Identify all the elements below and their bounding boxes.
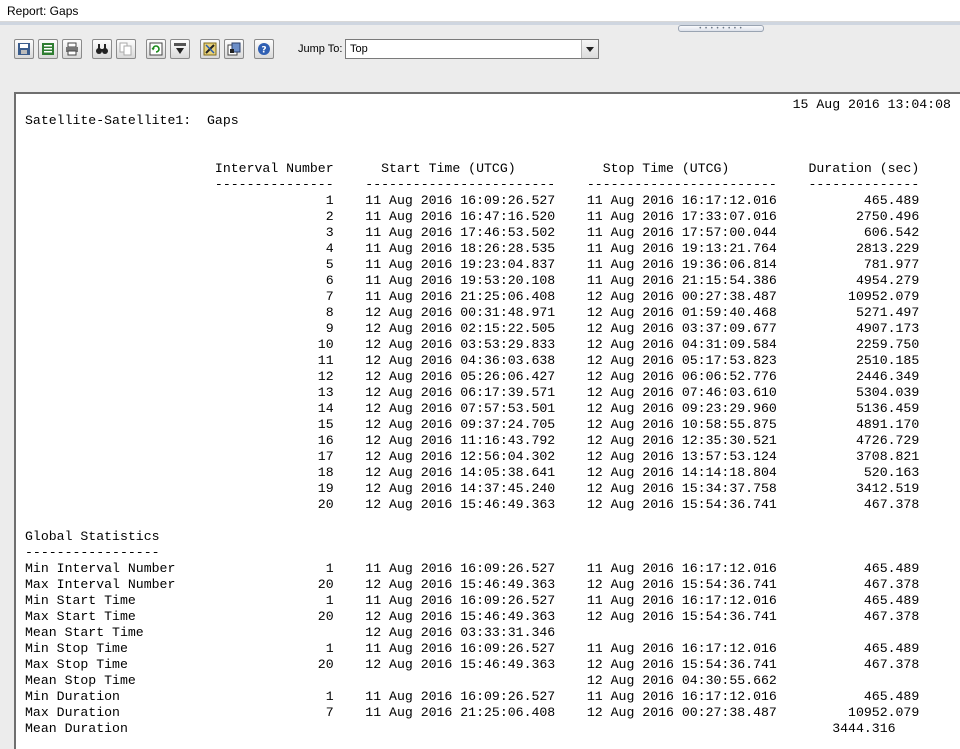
report-toolbar: ? (14, 38, 278, 60)
properties-button[interactable] (224, 39, 244, 59)
report-line: 12 12 Aug 2016 05:26:06.427 12 Aug 2016 … (25, 369, 920, 384)
report-line: 7 11 Aug 2016 21:25:06.408 12 Aug 2016 0… (25, 289, 920, 304)
report-line: Mean Stop Time 12 Aug 2016 04:30:55.662 (25, 673, 777, 688)
save-icon (18, 43, 30, 55)
report-line: 14 12 Aug 2016 07:57:53.501 12 Aug 2016 … (25, 401, 920, 416)
find-button[interactable] (92, 39, 112, 59)
report-line: Min Stop Time 1 11 Aug 2016 16:09:26.527… (25, 641, 920, 656)
help-button[interactable]: ? (254, 39, 274, 59)
report-line: 3 11 Aug 2016 17:46:53.502 11 Aug 2016 1… (25, 225, 920, 240)
export-button[interactable] (38, 39, 58, 59)
report-line: 1 11 Aug 2016 16:09:26.527 11 Aug 2016 1… (25, 193, 920, 208)
report-line: Max Stop Time 20 12 Aug 2016 15:46:49.36… (25, 657, 920, 672)
expand-icon (174, 43, 186, 54)
report-line: ----------------- (25, 545, 160, 560)
print-icon (66, 42, 78, 56)
report-line: Min Interval Number 1 11 Aug 2016 16:09:… (25, 561, 920, 576)
find-icon (96, 44, 108, 54)
edit-icon (203, 42, 217, 56)
resize-grip[interactable]: • • • • • • • • (678, 25, 764, 32)
report-line: 6 11 Aug 2016 19:53:20.108 11 Aug 2016 2… (25, 273, 920, 288)
refresh-icon (149, 42, 163, 56)
jump-to-dropdown[interactable]: Top (345, 39, 599, 59)
report-line: 5 11 Aug 2016 19:23:04.837 11 Aug 2016 1… (25, 257, 920, 272)
report-line: 19 12 Aug 2016 14:37:45.240 12 Aug 2016 … (25, 481, 920, 496)
copy-button[interactable] (116, 39, 136, 59)
report-line: 11 12 Aug 2016 04:36:03.638 12 Aug 2016 … (25, 353, 920, 368)
report-line: Max Duration 7 11 Aug 2016 21:25:06.408 … (25, 705, 920, 720)
report-line: 18 12 Aug 2016 14:05:38.641 12 Aug 2016 … (25, 465, 920, 480)
report-line: Mean Start Time 12 Aug 2016 03:33:31.346 (25, 625, 556, 640)
print-button[interactable] (62, 39, 82, 59)
report-line: 9 12 Aug 2016 02:15:22.505 12 Aug 2016 0… (25, 321, 920, 336)
report-line: Interval Number Start Time (UTCG) Stop T… (25, 161, 920, 176)
report-line: 17 12 Aug 2016 12:56:04.302 12 Aug 2016 … (25, 449, 920, 464)
edit-button[interactable] (200, 39, 220, 59)
report-line: Satellite-Satellite1: Gaps (25, 113, 239, 128)
svg-text:?: ? (261, 46, 266, 56)
report-line: 15 Aug 2016 13:04:08 (25, 97, 951, 112)
report-line: 8 12 Aug 2016 00:31:48.971 12 Aug 2016 0… (25, 305, 920, 320)
panel-header-strip (0, 22, 960, 25)
report-line: Max Interval Number 20 12 Aug 2016 15:46… (25, 577, 920, 592)
report-line: Max Start Time 20 12 Aug 2016 15:46:49.3… (25, 609, 920, 624)
save-button[interactable] (14, 39, 34, 59)
export-icon (42, 43, 54, 55)
report-line: 15 12 Aug 2016 09:37:24.705 12 Aug 2016 … (25, 417, 920, 432)
window-title: Report: Gaps (7, 4, 79, 18)
refresh-button[interactable] (146, 39, 166, 59)
report-line: 13 12 Aug 2016 06:17:39.571 12 Aug 2016 … (25, 385, 920, 400)
report-line: Min Start Time 1 11 Aug 2016 16:09:26.52… (25, 593, 920, 608)
report-line: 4 11 Aug 2016 18:26:28.535 11 Aug 2016 1… (25, 241, 920, 256)
copy-icon (119, 42, 132, 56)
report-text-area[interactable]: 15 Aug 2016 13:04:08 Satellite-Satellite1… (14, 92, 960, 749)
report-line: 2 11 Aug 2016 16:47:16.520 11 Aug 2016 1… (25, 209, 920, 224)
chevron-down-icon[interactable] (581, 40, 598, 58)
report-line: Global Statistics (25, 529, 160, 544)
report-line: 20 12 Aug 2016 15:46:49.363 12 Aug 2016 … (25, 497, 920, 512)
help-icon: ? (258, 43, 270, 56)
jump-to-value: Top (350, 43, 368, 55)
report-line: 10 12 Aug 2016 03:53:29.833 12 Aug 2016 … (25, 337, 920, 352)
title-bar: Report: Gaps (0, 0, 960, 22)
jump-to-label: Jump To: (298, 43, 343, 55)
expand-button[interactable] (170, 39, 190, 59)
report-line: Min Duration 1 11 Aug 2016 16:09:26.527 … (25, 689, 920, 704)
properties-icon (227, 42, 241, 56)
report-line: Mean Duration 3444.316 (25, 721, 896, 736)
report-line: --------------- ------------------------… (25, 177, 920, 192)
report-line: 16 12 Aug 2016 11:16:43.792 12 Aug 2016 … (25, 433, 920, 448)
